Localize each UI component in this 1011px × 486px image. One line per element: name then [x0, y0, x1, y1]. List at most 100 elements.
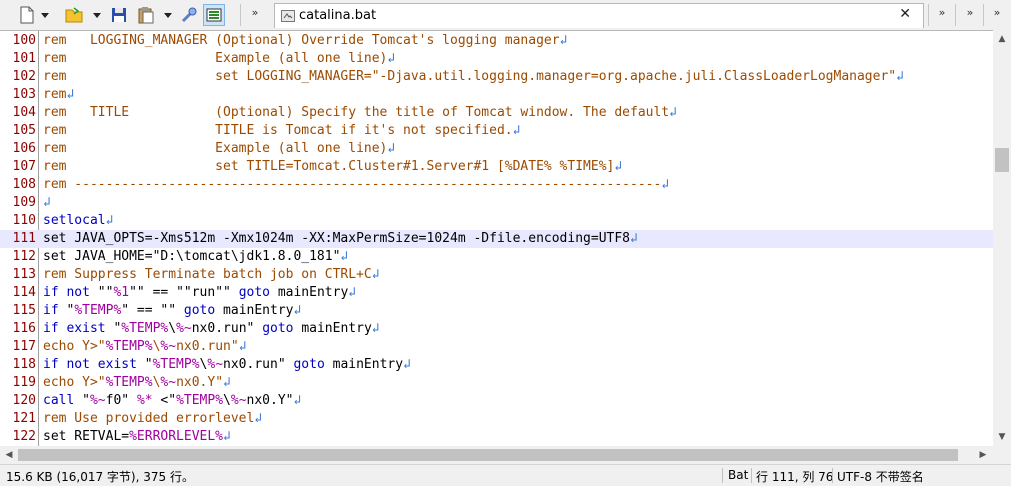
line-code: rem↲	[43, 86, 74, 104]
scroll-right-arrow-icon[interactable]: ▶	[978, 450, 988, 460]
code-token: %~	[89, 393, 106, 408]
code-token: rem set LOGGING_MANAGER="-Djava.util.log…	[43, 69, 897, 84]
end-of-line-marker-icon: ↲	[43, 195, 51, 210]
code-token: if exist	[43, 321, 106, 336]
code-line[interactable]: 102 rem set LOGGING_MANAGER="-Djava.util.…	[0, 68, 993, 86]
new-file-dropdown-arrow-icon[interactable]	[40, 8, 50, 22]
code-token: %TEMP%	[105, 339, 153, 354]
horizontal-scroll-thumb[interactable]	[18, 449, 958, 461]
end-of-line-marker-icon: ↲	[293, 303, 302, 318]
code-line[interactable]: 104 rem TITLE (Optional) Specify the titl…	[0, 104, 993, 122]
toolbar-separator	[955, 4, 956, 26]
code-token: nx0.Y"	[176, 375, 224, 390]
end-of-line-marker-icon: ↲	[512, 123, 521, 138]
tab-label: catalina.bat	[299, 8, 377, 23]
line-code: ↲	[43, 194, 51, 212]
code-line[interactable]: 107 rem set TITLE=Tomcat.Cluster#1.Server…	[0, 158, 993, 176]
toolbar-separator	[928, 4, 929, 26]
vertical-scrollbar[interactable]: ▲ ▼	[993, 30, 1011, 446]
horizontal-scrollbar[interactable]: ◀ ▶	[0, 446, 993, 464]
line-code: set JAVA_OPTS=-Xms512m -Xmx1024m -XX:Max…	[43, 230, 638, 248]
code-line[interactable]: 100 rem LOGGING_MANAGER (Optional) Overri…	[0, 32, 993, 50]
code-line[interactable]: 111 set JAVA_OPTS=-Xms512m -Xmx1024m -XX:…	[0, 230, 993, 248]
line-code: setlocal↲	[43, 212, 113, 230]
code-token: rem ------------------------------------…	[43, 177, 662, 192]
code-line[interactable]: 114 if not ""%1"" == ""run"" goto mainEnt…	[0, 284, 993, 302]
code-token: %~	[160, 339, 177, 354]
open-dropdown-arrow-icon[interactable]	[92, 8, 102, 22]
code-line[interactable]: 105 rem TITLE is Tomcat if it's not speci…	[0, 122, 993, 140]
code-line[interactable]: 118 if not exist "%TEMP%\%~nx0.run" goto …	[0, 356, 993, 374]
line-code: if not exist "%TEMP%\%~nx0.run" goto mai…	[43, 356, 411, 374]
line-number: 110	[12, 213, 36, 228]
end-of-line-marker-icon: ↲	[66, 87, 75, 102]
code-token: if	[43, 303, 59, 318]
toolbar-overflow-chevron-2-icon[interactable]: »	[990, 4, 1004, 24]
code-line[interactable]: 109 ↲	[0, 194, 993, 212]
code-line[interactable]: 112 set JAVA_HOME="D:\tomcat\jdk1.8.0_181…	[0, 248, 993, 266]
status-language[interactable]: Bat	[728, 468, 748, 482]
scroll-down-arrow-icon[interactable]: ▼	[997, 432, 1007, 442]
paste-icon[interactable]	[135, 4, 157, 26]
toolbar-overflow-chevron-icon[interactable]: »	[248, 4, 262, 24]
code-line[interactable]: 116 if exist "%TEMP%\%~nx0.run" goto main…	[0, 320, 993, 338]
code-token: rem Suppress Terminate batch job on CTRL…	[43, 267, 372, 282]
code-token: set JAVA_HOME="D:\tomcat\jdk1.8.0_181"	[43, 249, 341, 264]
end-of-line-marker-icon: ↲	[630, 231, 638, 246]
panel-icon[interactable]	[203, 4, 225, 26]
code-token: if not	[43, 285, 90, 300]
code-line[interactable]: 117 echo Y>"%TEMP%\%~nx0.run"↲	[0, 338, 993, 356]
code-token: %~	[230, 393, 247, 408]
code-token: rem LOGGING_MANAGER (Optional) Override …	[43, 33, 560, 48]
code-token: %TEMP%	[152, 357, 200, 372]
code-line[interactable]: 119 echo Y>"%TEMP%\%~nx0.Y"↲	[0, 374, 993, 392]
code-line[interactable]: 110 setlocal↲	[0, 212, 993, 230]
scroll-up-arrow-icon[interactable]: ▲	[997, 34, 1007, 44]
code-token: %~	[160, 375, 177, 390]
new-file-icon[interactable]	[16, 4, 38, 26]
code-line[interactable]: 121 rem Use provided errorlevel↲	[0, 410, 993, 428]
end-of-line-marker-icon: ↲	[223, 429, 231, 444]
code-line[interactable]: 108 rem ---------------------------------…	[0, 176, 993, 194]
code-line[interactable]: 103 rem↲	[0, 86, 993, 104]
tools-icon[interactable]	[178, 4, 200, 26]
status-file-info: 15.6 KB (16,017 字节), 375 行。	[6, 470, 194, 484]
code-token: \	[223, 393, 231, 408]
line-number: 122	[12, 429, 36, 444]
end-of-line-marker-icon: ↲	[559, 33, 568, 48]
end-of-line-marker-icon: ↲	[403, 357, 411, 372]
close-tab-icon[interactable]: ✕	[899, 6, 911, 22]
status-cursor-position[interactable]: 行 111, 列 76	[756, 468, 833, 485]
status-divider	[751, 468, 752, 483]
line-number: 117	[12, 339, 36, 354]
end-of-line-marker-icon: ↲	[105, 213, 114, 228]
code-line[interactable]: 115 if "%TEMP%" == "" goto mainEntry↲	[0, 302, 993, 320]
status-encoding[interactable]: UTF-8 不带签名	[837, 468, 924, 485]
paste-dropdown-arrow-icon[interactable]	[163, 8, 173, 22]
end-of-line-marker-icon: ↲	[614, 159, 623, 174]
open-folder-icon[interactable]	[63, 4, 85, 26]
code-token: " == ""	[121, 303, 184, 318]
code-token: f0"	[105, 393, 137, 408]
panel-overflow-chevron-icon[interactable]: »	[963, 4, 977, 24]
code-token: "	[58, 303, 75, 318]
code-line[interactable]: 106 rem Example (all one line)↲	[0, 140, 993, 158]
scroll-left-arrow-icon[interactable]: ◀	[4, 450, 14, 460]
code-token: "	[74, 393, 90, 408]
code-line[interactable]: 122 set RETVAL=%ERRORLEVEL%↲	[0, 428, 993, 446]
code-token: mainEntry	[270, 285, 349, 300]
vertical-scroll-thumb[interactable]	[995, 148, 1009, 172]
code-line[interactable]: 101 rem Example (all one line)↲	[0, 50, 993, 68]
tab-catalina-bat[interactable]: catalina.bat ✕	[274, 3, 924, 28]
code-editor[interactable]: 100 rem LOGGING_MANAGER (Optional) Overri…	[0, 30, 993, 447]
save-icon[interactable]	[108, 4, 130, 26]
end-of-line-marker-icon: ↲	[238, 339, 247, 354]
line-code: rem Suppress Terminate batch job on CTRL…	[43, 266, 380, 284]
code-line[interactable]: 113 rem Suppress Terminate batch job on C…	[0, 266, 993, 284]
line-number: 121	[12, 411, 36, 426]
code-line[interactable]: 120 call "%~f0" %* <"%TEMP%\%~nx0.Y"↲	[0, 392, 993, 410]
status-divider	[832, 468, 833, 483]
line-code: call "%~f0" %* <"%TEMP%\%~nx0.Y"↲	[43, 392, 301, 410]
code-token: rem Example (all one line)	[43, 141, 388, 156]
tabs-overflow-chevron-icon[interactable]: »	[935, 4, 949, 24]
